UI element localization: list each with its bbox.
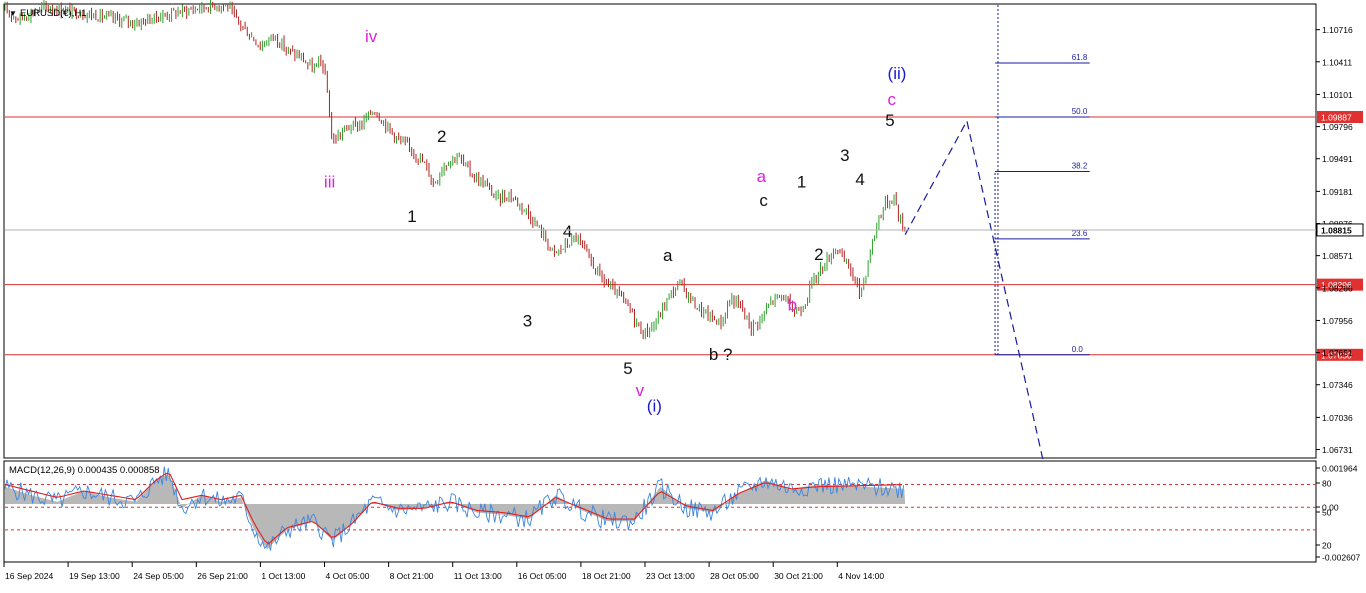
time-tick-label: 30 Oct 21:00: [774, 571, 823, 581]
wave-label: a: [757, 167, 767, 186]
time-tick-label: 24 Sep 05:00: [133, 571, 184, 581]
price-tick-label: 1.07036: [1322, 413, 1353, 423]
chart-canvas[interactable]: 1.098871.082961.07630 61.850.038.223.60.…: [0, 0, 1366, 588]
wave-label: (ii): [888, 64, 907, 83]
wave-label: 5: [885, 111, 894, 130]
price-tick-label: 1.09181: [1322, 187, 1353, 197]
price-tick-label: 1.10101: [1322, 90, 1353, 100]
fib-level-label: 38.2: [1072, 161, 1088, 170]
price-tick-label: 1.08571: [1322, 251, 1353, 261]
time-tick-label: 26 Sep 21:00: [197, 571, 248, 581]
price-tick-label: 1.06731: [1322, 445, 1353, 455]
price-tick-label: 1.09796: [1322, 122, 1353, 132]
price-tick-label: 1.08266: [1322, 283, 1353, 293]
time-tick-label: 16 Oct 05:00: [518, 571, 567, 581]
wave-label: 3: [840, 146, 849, 165]
time-tick-label: 23 Oct 13:00: [646, 571, 695, 581]
time-tick-label: 4 Nov 14:00: [838, 571, 884, 581]
wave-label: v: [636, 381, 645, 400]
wave-label: 1: [407, 207, 416, 226]
macd-tick-label: 50: [1322, 508, 1332, 518]
time-tick-label: 1 Oct 13:00: [261, 571, 305, 581]
wave-label: iii: [324, 172, 335, 191]
wave-label: 4: [855, 170, 864, 189]
wave-label: 5: [623, 359, 632, 378]
wave-label: iv: [365, 27, 378, 46]
price-tick-label: 1.07956: [1322, 316, 1353, 326]
collapse-triangle-icon[interactable]: ▼: [9, 9, 17, 18]
wave-label: 2: [814, 245, 823, 264]
wave-label: b: [788, 296, 797, 315]
price-tick-label: 1.07346: [1322, 380, 1353, 390]
macd-title: MACD(12,26,9) 0.000435 0.000858: [9, 465, 160, 476]
time-tick-label: 18 Oct 21:00: [582, 571, 631, 581]
current-price-label: 1.08815: [1321, 225, 1352, 235]
wave-label: 4: [563, 222, 572, 241]
time-tick-label: 4 Oct 05:00: [326, 571, 370, 581]
symbol-legend: ▼ EURUSD(€),H1: [9, 8, 87, 19]
macd-tick-label: -0.002607: [1322, 553, 1361, 563]
time-tick-label: 11 Oct 13:00: [454, 571, 502, 581]
fib-level-label: 61.8: [1072, 53, 1088, 62]
price-level-label: 1.09887: [1321, 112, 1352, 122]
wave-label: c: [759, 191, 768, 210]
price-tick-label: 1.10411: [1322, 57, 1352, 67]
wave-label: a: [663, 246, 673, 265]
symbol-label: EURUSD(€),H1: [20, 8, 87, 19]
fib-level-label: 0.0: [1072, 345, 1084, 354]
time-tick-label: 19 Sep 13:00: [69, 571, 120, 581]
macd-tick-label: 0.001964: [1322, 464, 1358, 474]
time-tick-label: 16 Sep 2024: [5, 571, 53, 581]
wave-label: b ?: [709, 345, 733, 364]
wave-label: 2: [437, 127, 446, 146]
price-tick-label: 1.09491: [1322, 154, 1353, 164]
macd-tick-label: 20: [1322, 541, 1332, 551]
time-tick-label: 28 Oct 05:00: [710, 571, 759, 581]
wave-label: 1: [797, 172, 806, 191]
macd-tick-label: 80: [1322, 479, 1332, 489]
price-tick-label: 1.10716: [1322, 25, 1353, 35]
wave-label: 3: [523, 311, 532, 330]
time-tick-label: 8 Oct 21:00: [390, 571, 434, 581]
price-tick-label: 1.07651: [1322, 348, 1353, 358]
wave-label: (i): [647, 397, 662, 416]
fib-level-label: 50.0: [1072, 107, 1088, 116]
wave-label: c: [888, 90, 897, 109]
chart-root: 1.09887 1.08296 1.07630 61.8 50.0 38.2 23.6 0.…: [0, 0, 1366, 588]
